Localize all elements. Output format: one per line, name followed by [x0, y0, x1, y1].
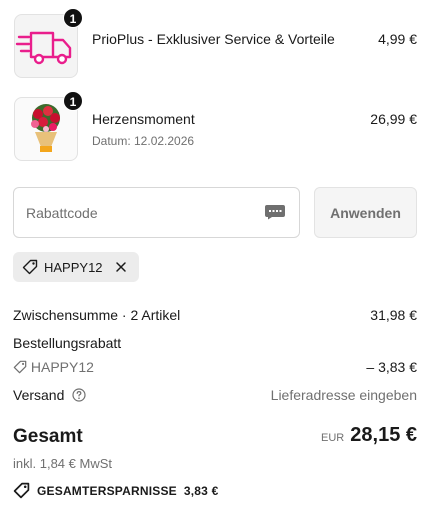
- remove-code-button[interactable]: [113, 259, 129, 275]
- shipping-value: Lieferadresse eingeben: [270, 387, 417, 403]
- delivery-date: Datum: 12.02.2026: [92, 134, 195, 148]
- shipping-row: Versand Lieferadresse eingeben: [13, 387, 417, 403]
- savings-value: 3,83 €: [183, 483, 219, 498]
- help-circle-icon[interactable]: [72, 388, 86, 402]
- product-thumbnail: 1: [14, 8, 83, 78]
- order-discount-value: – 3,83 €: [366, 359, 417, 375]
- quantity-badge: 1: [63, 8, 83, 28]
- line-item-prioplus: 1 PrioPlus - Exklusiver Service & Vortei…: [14, 8, 417, 80]
- order-discount-label: Bestellungsrabatt: [13, 335, 122, 351]
- product-name: PrioPlus - Exklusiver Service & Vorteile: [92, 31, 335, 47]
- total-label: Gesamt: [13, 426, 83, 447]
- close-icon: [115, 262, 126, 272]
- product-price: 4,99 €: [378, 31, 417, 47]
- shipping-label: Versand: [13, 387, 65, 403]
- quantity-badge: 1: [63, 91, 83, 111]
- apply-discount-button[interactable]: Anwenden: [314, 187, 417, 238]
- tax-note: inkl. 1,84 € MwSt: [13, 456, 112, 471]
- order-discount-row: HAPPY12 – 3,83 €: [13, 359, 417, 375]
- order-discount-code: HAPPY12: [30, 359, 94, 375]
- chat-bubble-icon: [265, 205, 285, 220]
- total-amount-wrap: EUR 28,15 €: [321, 424, 417, 447]
- subtotal-label: Zwischensumme · 2 Artikel: [13, 307, 181, 323]
- total-currency: EUR: [321, 432, 345, 444]
- product-price: 26,99 €: [370, 111, 417, 127]
- line-item-herzensmoment: 1 Herzensmoment Datum: 12.02.2026 26,99 …: [14, 91, 417, 163]
- savings-label: GESAMTERSPARNISSE: [37, 483, 177, 498]
- applied-code-chip: HAPPY12: [13, 252, 139, 282]
- product-thumbnail: 1: [14, 91, 83, 161]
- tag-icon: [22, 259, 38, 275]
- tag-icon: [13, 360, 27, 374]
- order-discount-code-wrap: HAPPY12: [13, 359, 94, 375]
- discount-code-input[interactable]: [13, 187, 300, 238]
- total-savings: GESAMTERSPARNISSE 3,83 €: [13, 482, 218, 499]
- applied-code-label: HAPPY12: [44, 259, 103, 275]
- subtotal-row: Zwischensumme · 2 Artikel 31,98 €: [13, 307, 417, 323]
- total-amount: 28,15 €: [350, 424, 417, 446]
- product-name: Herzensmoment: [92, 111, 195, 127]
- order-discount-label-row: Bestellungsrabatt: [13, 335, 417, 351]
- tag-icon: [13, 482, 30, 499]
- discount-code-row: Anwenden: [13, 187, 417, 238]
- subtotal-value: 31,98 €: [370, 307, 417, 323]
